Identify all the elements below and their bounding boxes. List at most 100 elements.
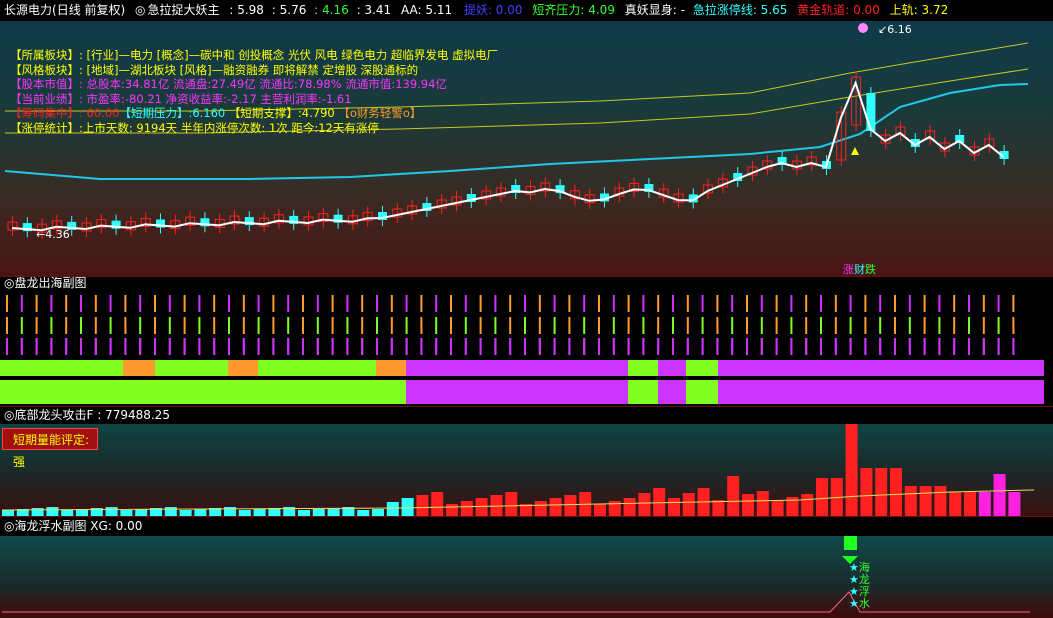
volume-bar xyxy=(564,495,577,516)
volume-bar xyxy=(534,501,547,516)
low-price-label: ←4.36 xyxy=(36,228,70,241)
event-tags[interactable]: 涨财跌 xyxy=(843,261,876,277)
indicator-tick xyxy=(390,295,393,312)
indicator-tick xyxy=(627,295,630,312)
indicator-tick xyxy=(538,295,541,312)
indicator-tick xyxy=(509,295,512,312)
indicator-tick xyxy=(331,317,334,334)
indicator-tick xyxy=(435,295,438,312)
collapse-icon[interactable]: ◎ xyxy=(135,0,145,20)
indicator-tick xyxy=(346,317,349,334)
indicator-tick xyxy=(968,295,970,312)
indicator-tick xyxy=(464,317,467,334)
indicator-tick xyxy=(435,338,438,355)
indicator-tick xyxy=(997,338,1000,355)
indicator-name[interactable]: 急拉捉大妖主 xyxy=(148,0,220,20)
indicator-tick xyxy=(598,295,600,312)
state-bar-upper xyxy=(686,360,718,376)
indicator-tick xyxy=(908,317,911,334)
volume-bar xyxy=(816,478,828,516)
indicator-tick xyxy=(109,317,112,334)
indicator-tick xyxy=(346,295,349,312)
indicator-tick xyxy=(790,295,793,312)
collapse-icon[interactable]: ◎ xyxy=(0,276,14,291)
indicator-tick xyxy=(760,295,763,312)
volume-bar xyxy=(978,492,991,516)
indicator-tick xyxy=(997,317,1000,334)
signal-marker xyxy=(851,147,859,155)
indicator-header: 长源电力(日线 前复权) ◎ 急拉捉大妖主 : 5.98 : 5.76 : 4.1… xyxy=(0,0,1053,20)
collapse-icon[interactable]: ◎ xyxy=(0,516,14,536)
indicator-tick xyxy=(257,338,260,355)
indicator-tick xyxy=(494,338,497,355)
state-bar-upper xyxy=(406,360,628,376)
indicator-tick xyxy=(316,338,319,355)
hailong-chart xyxy=(2,536,1030,613)
indicator-tick xyxy=(716,295,719,312)
indicator-tick xyxy=(731,295,734,312)
indicator-tick xyxy=(464,295,467,312)
indicator-tick xyxy=(894,295,896,312)
indicator-tick xyxy=(242,317,245,334)
candle-body xyxy=(866,93,876,131)
state-bar-lower xyxy=(0,380,406,404)
period-label[interactable]: (日线 前复权) xyxy=(52,0,125,20)
indicator-tick xyxy=(139,317,142,334)
indicator-tick xyxy=(553,338,556,355)
indicator-tick xyxy=(479,317,482,334)
indicator-tick xyxy=(820,317,822,334)
indicator-tick xyxy=(272,317,275,334)
volume-bar xyxy=(919,486,932,516)
indicator-tick xyxy=(894,317,896,334)
indicator-tick xyxy=(6,295,8,312)
indicator-tick xyxy=(908,295,911,312)
price-panel[interactable]: 【所属板块】: [行业]—电力 [概念]—碳中和 创投概念 光伏 风电 绿色电力… xyxy=(0,21,1053,277)
hailong-panel[interactable]: ★海 ★龙 ★浮 ★水 xyxy=(0,536,1053,618)
indicator-tick xyxy=(20,338,23,355)
indicator-tick xyxy=(361,295,364,312)
indicator-tick xyxy=(346,338,349,355)
indicator-tick xyxy=(1012,317,1015,334)
indicator-tick xyxy=(790,338,793,355)
indicator-tick xyxy=(657,317,660,334)
indicator-tick xyxy=(834,295,837,312)
indicator-tick xyxy=(894,338,896,355)
indicator-tick xyxy=(390,338,393,355)
indicator-tick xyxy=(450,338,452,355)
indicator-tick xyxy=(524,338,526,355)
indicator-tick xyxy=(716,338,719,355)
indicator-tick xyxy=(538,338,541,355)
indicator-tick xyxy=(464,338,467,355)
indicator-tick xyxy=(538,317,541,334)
volume-bar xyxy=(993,474,1006,516)
indicator-tick xyxy=(198,295,201,312)
indicator-tick xyxy=(65,295,68,312)
indicator-tick xyxy=(953,295,956,312)
volume-bar xyxy=(372,509,384,516)
indicator-tick xyxy=(612,295,615,312)
indicator-tick xyxy=(524,295,526,312)
volume-chart xyxy=(1,424,1035,516)
volume-bar xyxy=(431,492,444,516)
indicator-tick xyxy=(805,338,808,355)
stock-name[interactable]: 长源电力 xyxy=(4,0,52,20)
indicator-tick xyxy=(198,338,201,355)
volume-panel[interactable]: 短期量能评定:强 xyxy=(0,424,1053,516)
indicator-tick xyxy=(657,295,660,312)
indicator-tick xyxy=(642,338,645,355)
volume-bar xyxy=(653,488,666,516)
signal-line xyxy=(2,591,1030,613)
indicator-tick xyxy=(50,338,53,355)
indicator-tick xyxy=(524,317,526,334)
indicator-tick xyxy=(938,338,941,355)
indicator-tick xyxy=(109,295,112,312)
indicator-tick xyxy=(302,338,304,355)
indicator-tick xyxy=(302,295,304,312)
panlong-panel[interactable] xyxy=(0,291,1053,407)
state-bar-upper xyxy=(0,360,123,376)
collapse-icon[interactable]: ◎ xyxy=(0,406,14,424)
indicator-tick xyxy=(790,317,793,334)
indicator-tick xyxy=(849,338,852,355)
indicator-tick xyxy=(864,338,867,355)
indicator-tick xyxy=(494,295,497,312)
